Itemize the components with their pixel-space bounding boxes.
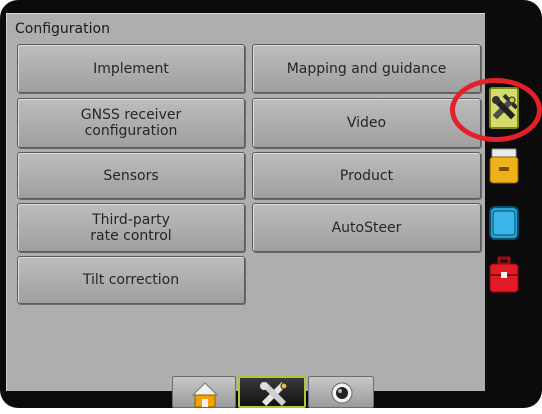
autosteer-label: AutoSteer: [331, 219, 402, 236]
implement-label: Implement: [93, 60, 169, 77]
product-button[interactable]: Product: [252, 152, 481, 199]
mapping-label: Mapping and guidance: [286, 60, 447, 77]
tilt-label: Tilt correction: [82, 272, 180, 288]
thirdparty-label: Third-party rate control: [90, 212, 171, 244]
side-tab-console[interactable]: [489, 147, 519, 185]
thirdparty-label-line1: Third-party: [92, 211, 170, 228]
video-button[interactable]: Video: [252, 98, 481, 148]
mapping-and-guidance-button[interactable]: Mapping and guidance: [252, 44, 481, 93]
implement-button[interactable]: Implement: [17, 44, 245, 93]
video-label: Video: [346, 115, 387, 131]
sensors-button[interactable]: Sensors: [17, 152, 245, 199]
wrench-screwdriver-icon: [260, 381, 288, 407]
highlight-ring: [450, 78, 542, 142]
console-icon: [489, 148, 519, 184]
thirdparty-label-line2: rate control: [90, 227, 172, 244]
panel-title: Configuration: [15, 21, 110, 37]
autosteer-button[interactable]: AutoSteer: [252, 203, 481, 252]
tab-home[interactable]: [172, 376, 236, 408]
bottom-tab-bar: [0, 376, 542, 408]
device-frame: Configuration Implement Mapping and guid…: [0, 0, 542, 408]
gnss-label-line1: GNSS receiver: [80, 107, 182, 123]
product-label: Product: [339, 167, 394, 184]
gnss-label-line2: configuration: [84, 123, 178, 139]
third-party-rate-control-button[interactable]: Third-party rate control: [17, 203, 245, 252]
tab-configuration[interactable]: [238, 376, 306, 408]
tilt-correction-button[interactable]: Tilt correction: [17, 256, 245, 304]
side-tab-tools[interactable]: [489, 256, 519, 294]
configuration-panel: Configuration Implement Mapping and guid…: [6, 13, 485, 391]
camera-icon: [331, 382, 353, 404]
gnss-receiver-configuration-button[interactable]: GNSS receiver configuration: [17, 98, 245, 148]
side-tab-display[interactable]: [489, 206, 519, 240]
tab-camera[interactable]: [308, 376, 374, 408]
toolbox-icon: [489, 256, 519, 293]
display-icon: [492, 210, 516, 236]
home-icon: [191, 382, 219, 408]
gnss-label: GNSS receiver configuration: [81, 107, 181, 139]
sensors-label: Sensors: [103, 167, 159, 184]
